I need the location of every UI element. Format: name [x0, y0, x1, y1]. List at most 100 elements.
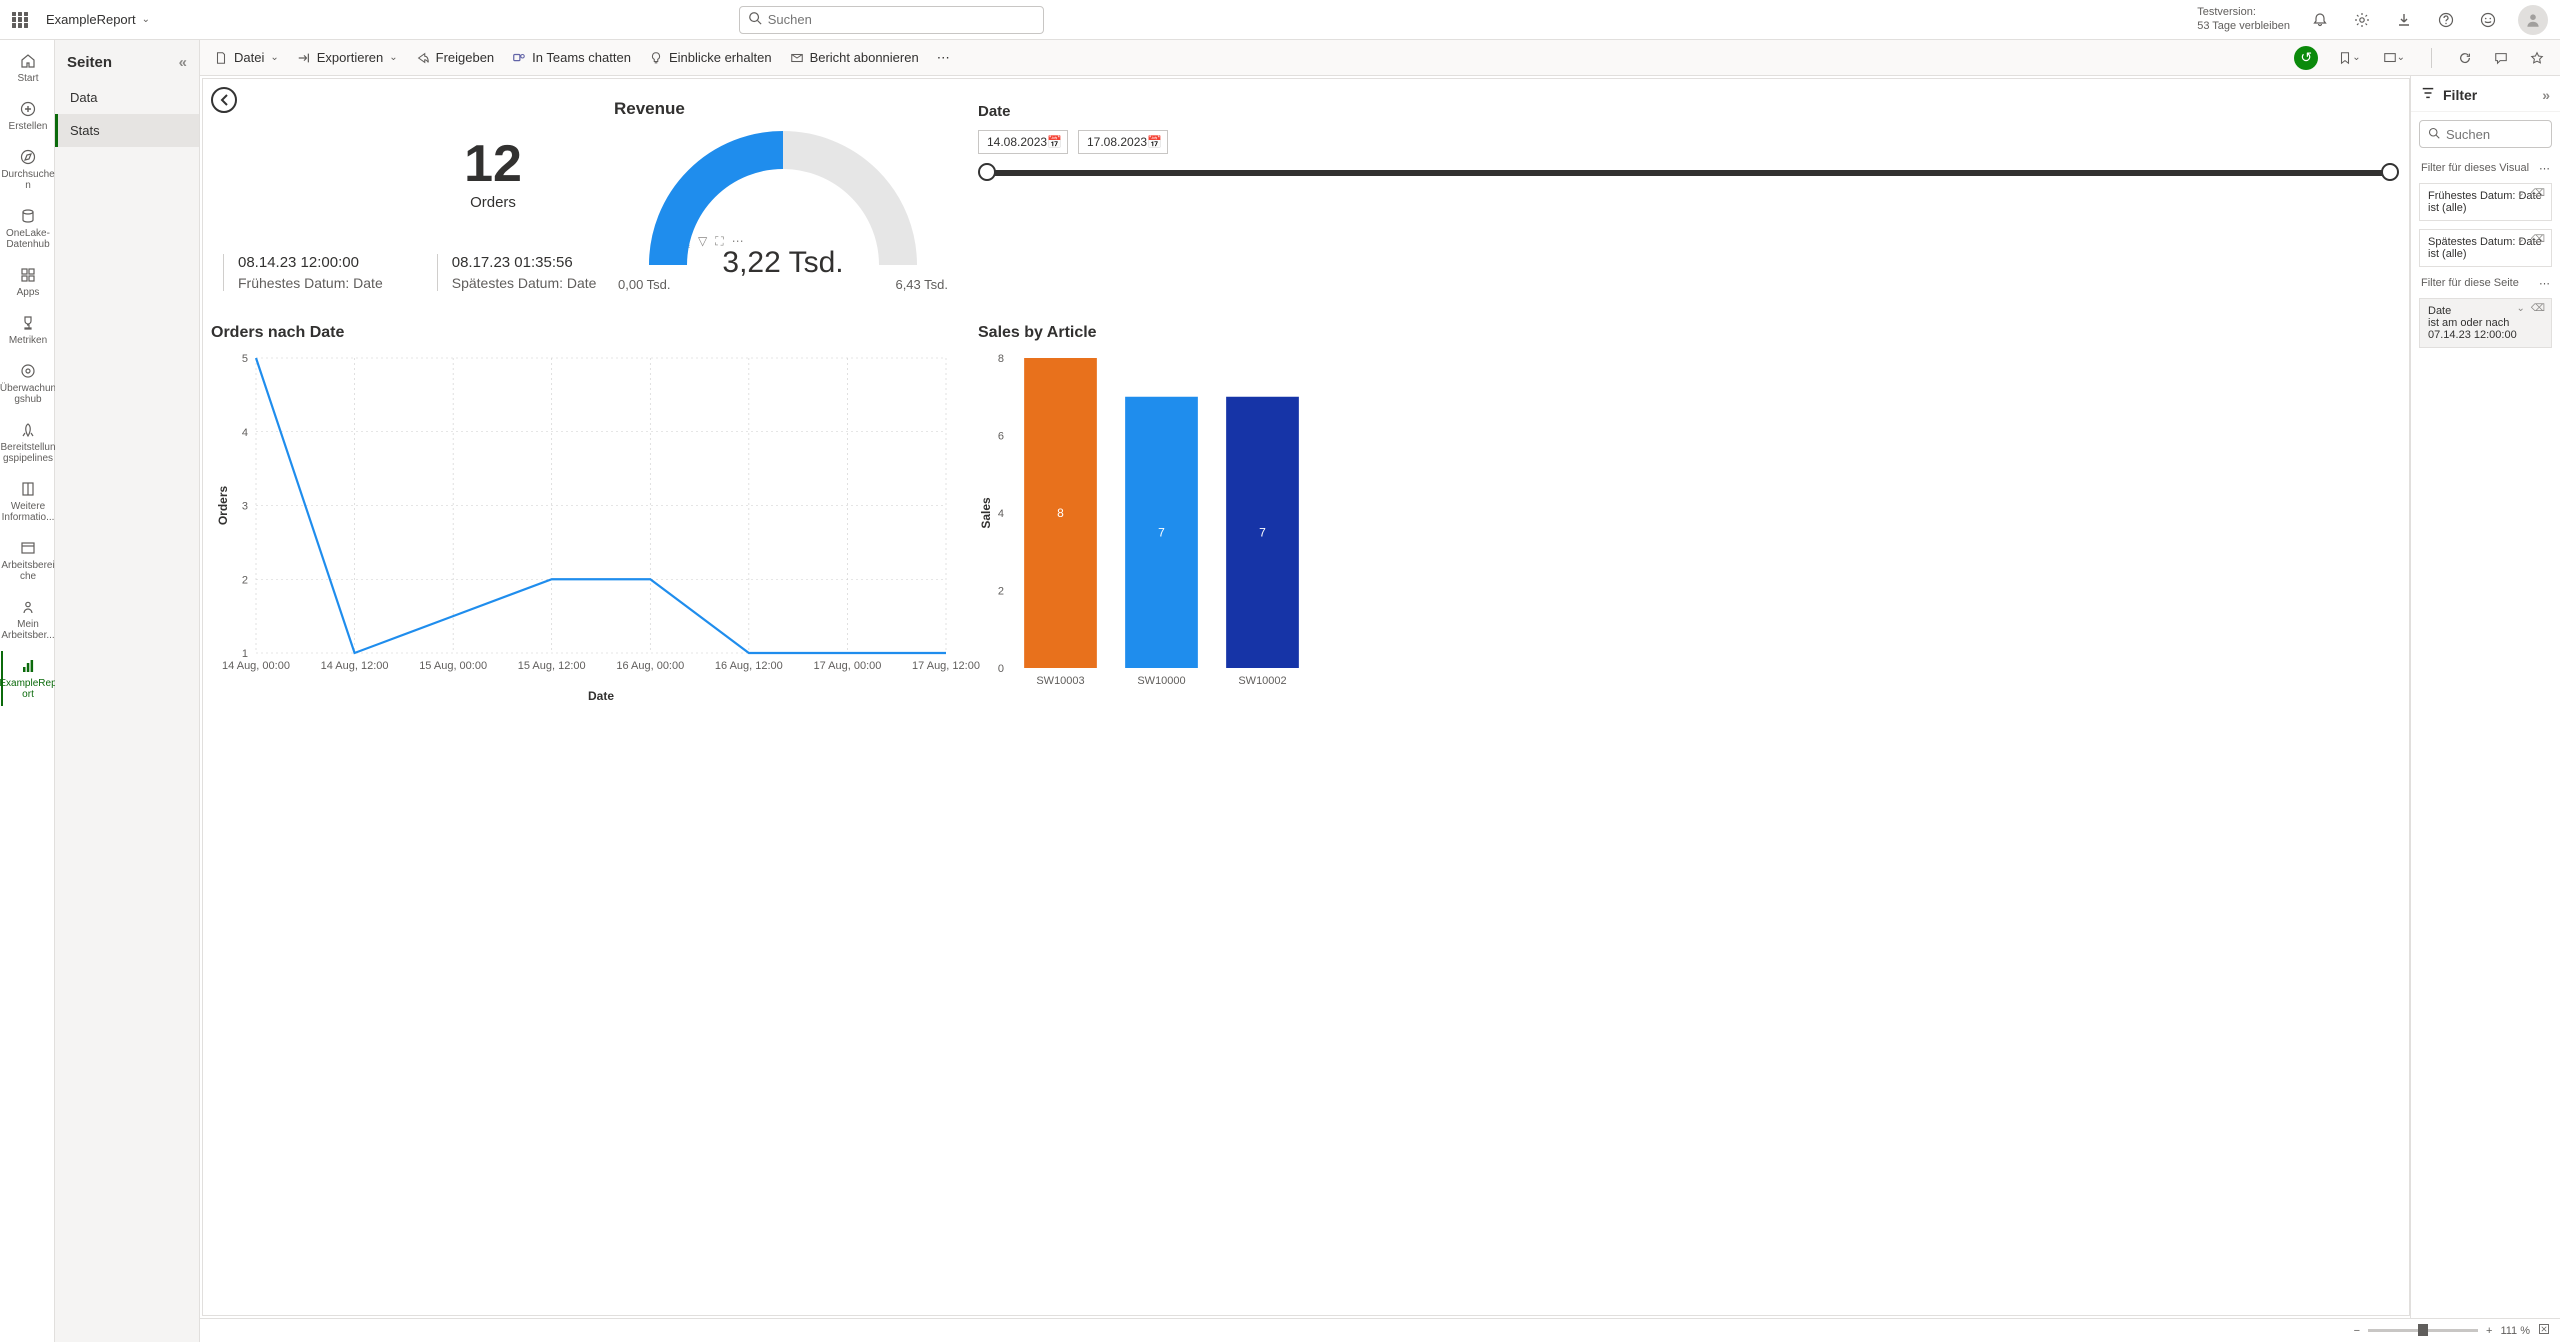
export-menu[interactable]: Exportieren⌄: [297, 50, 398, 65]
page-item-stats[interactable]: Stats: [55, 114, 199, 147]
account-avatar[interactable]: [2518, 5, 2548, 35]
calendar-icon: 📅: [1047, 135, 1062, 149]
card-orders[interactable]: 12 Orders: [373, 134, 613, 211]
svg-text:7: 7: [1259, 525, 1266, 539]
bar-chart-sales[interactable]: Sales by Article 024688SW100037SW100007S…: [978, 324, 2399, 711]
svg-text:SW10002: SW10002: [1238, 675, 1286, 687]
chevron-down-icon: ⌄: [270, 52, 278, 63]
slider-handle-start[interactable]: [978, 163, 996, 181]
rail-report[interactable]: ExampleRep ort: [1, 651, 53, 706]
global-search[interactable]: [739, 6, 1044, 34]
date-from-input[interactable]: 14.08.2023📅: [978, 130, 1068, 154]
subscribe-button[interactable]: Bericht abonnieren: [790, 50, 919, 65]
filter-title: Filter: [2443, 87, 2477, 103]
svg-text:7: 7: [1158, 525, 1165, 539]
more-menu[interactable]: ⋯: [937, 50, 950, 66]
collapse-pages-button[interactable]: «: [179, 54, 187, 71]
filter-icon: [2421, 86, 2435, 103]
gauge-max: 6,43 Tsd.: [895, 277, 948, 292]
line-chart-title: Orders nach Date: [211, 324, 956, 342]
favorite-button[interactable]: [2528, 46, 2546, 70]
svg-text:17 Aug, 12:00: 17 Aug, 12:00: [912, 660, 980, 672]
gauge-title: Revenue: [614, 99, 958, 119]
filter-card[interactable]: ⌄⌫ Frühestes Datum: Date ist (alle): [2419, 183, 2552, 221]
slider-handle-end[interactable]: [2381, 163, 2399, 181]
gauge-value: 3,22 Tsd.: [608, 246, 958, 280]
ellipsis-icon[interactable]: ⋯: [2539, 162, 2550, 175]
teams-icon: [512, 51, 526, 65]
svg-text:0: 0: [998, 663, 1004, 675]
notifications-button[interactable]: [2308, 8, 2332, 32]
bar-chart-title: Sales by Article: [978, 324, 2399, 342]
filter-card[interactable]: ⌄⌫ Spätestes Datum: Date ist (alle): [2419, 229, 2552, 267]
gauge-revenue[interactable]: Revenue 3,22 Tsd. 0,00 Tsd. 6,43 Tsd.: [608, 99, 958, 290]
share-button[interactable]: Freigeben: [416, 50, 495, 65]
page-item-data[interactable]: Data: [55, 81, 199, 114]
rail-browse[interactable]: Durchsuche n: [1, 142, 53, 197]
filter-search-input[interactable]: [2446, 127, 2543, 142]
filter-card[interactable]: ⌄⌫ Date ist am oder nach 07.14.23 12:00:…: [2419, 298, 2552, 348]
feedback-button[interactable]: [2476, 8, 2500, 32]
zoom-in-button[interactable]: +: [2486, 1325, 2492, 1337]
date-slicer[interactable]: Date 14.08.2023📅 17.08.2023📅: [978, 103, 2399, 184]
svg-text:Date: Date: [588, 689, 614, 703]
rail-pipelines[interactable]: Bereitstellun gspipelines: [1, 415, 53, 470]
earliest-date-value: 08.14.23 12:00:00: [238, 254, 383, 271]
view-menu[interactable]: ⌄: [2381, 46, 2407, 70]
date-slider[interactable]: [980, 170, 2397, 176]
zoom-out-button[interactable]: −: [2354, 1325, 2360, 1337]
rail-onelake[interactable]: OneLake-Datenhub: [1, 201, 53, 256]
svg-text:16 Aug, 12:00: 16 Aug, 12:00: [715, 660, 783, 672]
trial-status[interactable]: Testversion: 53 Tage verbleiben: [2197, 6, 2290, 32]
chevron-down-icon[interactable]: ⌄: [2516, 234, 2524, 245]
search-icon: [748, 11, 762, 28]
clear-filter-icon[interactable]: ⌫: [2531, 234, 2545, 245]
zoom-handle[interactable]: [2418, 1324, 2428, 1336]
app-launcher-button[interactable]: [12, 12, 28, 28]
back-button[interactable]: [211, 87, 237, 113]
help-button[interactable]: [2434, 8, 2458, 32]
rail-workspaces[interactable]: Arbeitsberei che: [1, 533, 53, 588]
settings-button[interactable]: [2350, 8, 2374, 32]
bookmark-button[interactable]: ⌄: [2336, 46, 2362, 70]
zoom-slider[interactable]: [2368, 1329, 2478, 1332]
rail-home[interactable]: Start: [1, 46, 53, 90]
pages-panel: Seiten « Data Stats: [55, 40, 200, 1342]
rail-monitor[interactable]: Überwachun gshub: [1, 356, 53, 411]
rail-create[interactable]: Erstellen: [1, 94, 53, 138]
chevron-down-icon: ⌄: [2397, 52, 2405, 63]
ellipsis-icon[interactable]: ⋯: [2539, 277, 2550, 290]
file-menu[interactable]: Datei⌄: [214, 50, 279, 65]
global-search-input[interactable]: [768, 12, 1035, 27]
status-bar: − + 111 %: [200, 1318, 2560, 1342]
rocket-icon: [19, 421, 37, 439]
line-chart-orders[interactable]: Orders nach Date 1234514 Aug, 00:0014 Au…: [211, 324, 956, 711]
refresh-button[interactable]: [2456, 46, 2474, 70]
comment-button[interactable]: [2492, 46, 2510, 70]
refresh-icon: [2458, 51, 2472, 65]
fit-to-page-button[interactable]: [2538, 1323, 2550, 1338]
chevron-down-icon[interactable]: ⌄: [2516, 303, 2524, 314]
insights-button[interactable]: Einblicke erhalten: [649, 50, 772, 65]
rail-moreinfo[interactable]: Weitere Informatio...: [1, 474, 53, 529]
rail-apps[interactable]: Apps: [1, 260, 53, 304]
bookmark-icon: [2338, 51, 2352, 65]
compass-icon: [19, 148, 37, 166]
clear-filter-icon[interactable]: ⌫: [2531, 303, 2545, 314]
filter-search[interactable]: [2419, 120, 2552, 148]
rail-metrics[interactable]: Metriken: [1, 308, 53, 352]
date-to-input[interactable]: 17.08.2023📅: [1078, 130, 1168, 154]
svg-text:17 Aug, 00:00: 17 Aug, 00:00: [813, 660, 881, 672]
reset-button[interactable]: ↺: [2294, 46, 2318, 70]
search-icon: [2428, 127, 2440, 142]
report-title-dropdown[interactable]: ExampleReport ⌄: [40, 8, 156, 31]
chevron-down-icon[interactable]: ⌄: [2516, 188, 2524, 199]
card-date-range[interactable]: 08.14.23 12:00:00 Frühestes Datum: Date …: [223, 254, 610, 291]
download-button[interactable]: [2392, 8, 2416, 32]
person-small-icon: [19, 598, 37, 616]
clear-filter-icon[interactable]: ⌫: [2531, 188, 2545, 199]
teams-button[interactable]: In Teams chatten: [512, 50, 631, 65]
rail-myworkspace[interactable]: Mein Arbeitsber...: [1, 592, 53, 647]
expand-filter-button[interactable]: »: [2542, 87, 2550, 103]
svg-text:6: 6: [998, 431, 1004, 443]
